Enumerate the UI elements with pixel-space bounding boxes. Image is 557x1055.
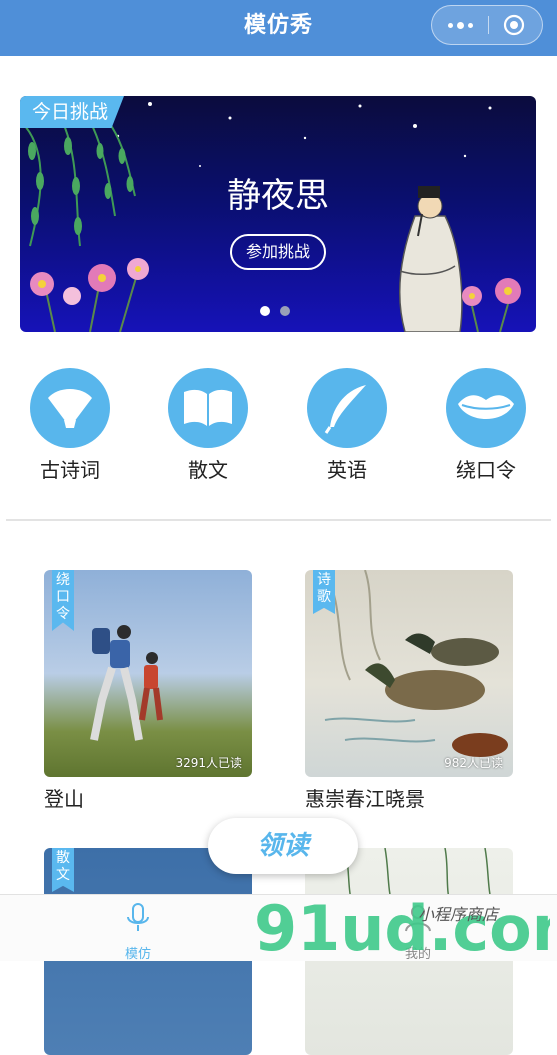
content-card[interactable]: 诗歌 982人已读 惠崇春江晓景 [305, 570, 513, 812]
category-prose[interactable]: 散文 [148, 368, 268, 483]
category-tongue-twister[interactable]: 绕口令 [426, 368, 546, 483]
carousel-dot-active[interactable] [260, 306, 270, 316]
category-classical-poetry[interactable]: 古诗词 [10, 368, 130, 483]
dot-icon [467, 22, 473, 28]
tab-label: 模仿 [124, 947, 151, 962]
watermark-text: 91ud.com [254, 892, 550, 960]
lead-read-button[interactable]: 领读 [208, 818, 358, 874]
today-challenge-tag: 今日挑战 [20, 96, 125, 128]
dot-icon [447, 22, 453, 28]
close-miniprogram-button[interactable] [486, 6, 542, 44]
tab-imitate[interactable]: 模仿 [98, 901, 178, 962]
card-image-ducks-painting: 诗歌 982人已读 [305, 570, 513, 777]
folding-fan-icon [30, 368, 110, 448]
site-watermark: 91ud.com 小程序商店 [254, 892, 550, 960]
section-divider [6, 519, 551, 521]
card-title: 惠崇春江晓景 [305, 787, 425, 811]
challenge-banner[interactable]: 今日挑战 静夜思 参加挑战 [20, 96, 536, 332]
category-label: 英语 [327, 458, 367, 482]
feather-quill-icon [307, 368, 387, 448]
card-image-hiking: 绕口令 3291人已读 [44, 570, 252, 777]
category-label: 古诗词 [40, 458, 100, 482]
card-category-ribbon: 绕口令 [52, 570, 74, 631]
card-category-ribbon: 诗歌 [313, 570, 335, 614]
join-challenge-button[interactable]: 参加挑战 [230, 234, 326, 270]
category-english[interactable]: 英语 [287, 368, 407, 483]
card-title: 登山 [44, 787, 84, 811]
top-nav-bar: 模仿秀 [0, 0, 557, 56]
open-book-icon [168, 368, 248, 448]
content-card[interactable]: 绕口令 3291人已读 登山 [44, 570, 252, 812]
category-grid: 古诗词 散文 英语 绕口令 [0, 368, 557, 483]
dot-icon [456, 21, 464, 29]
read-count: 3291人已读 [175, 756, 242, 770]
more-menu-button[interactable] [432, 6, 488, 44]
watermark-subtext: 小程序商店 [418, 905, 500, 924]
category-label: 散文 [188, 458, 228, 482]
category-label: 绕口令 [456, 458, 516, 482]
carousel-dot[interactable] [280, 306, 290, 316]
banner-poem-title: 静夜思 [227, 176, 329, 216]
card-category-ribbon: 散文 [52, 848, 74, 892]
read-count: 982人已读 [444, 756, 503, 770]
lips-icon [446, 368, 526, 448]
target-close-icon [503, 14, 525, 36]
carousel-indicator [260, 306, 290, 316]
ducks-illustration [324, 570, 508, 757]
hikers-illustration [90, 625, 163, 741]
microphone-icon [127, 903, 149, 931]
menu-capsule [431, 5, 543, 45]
